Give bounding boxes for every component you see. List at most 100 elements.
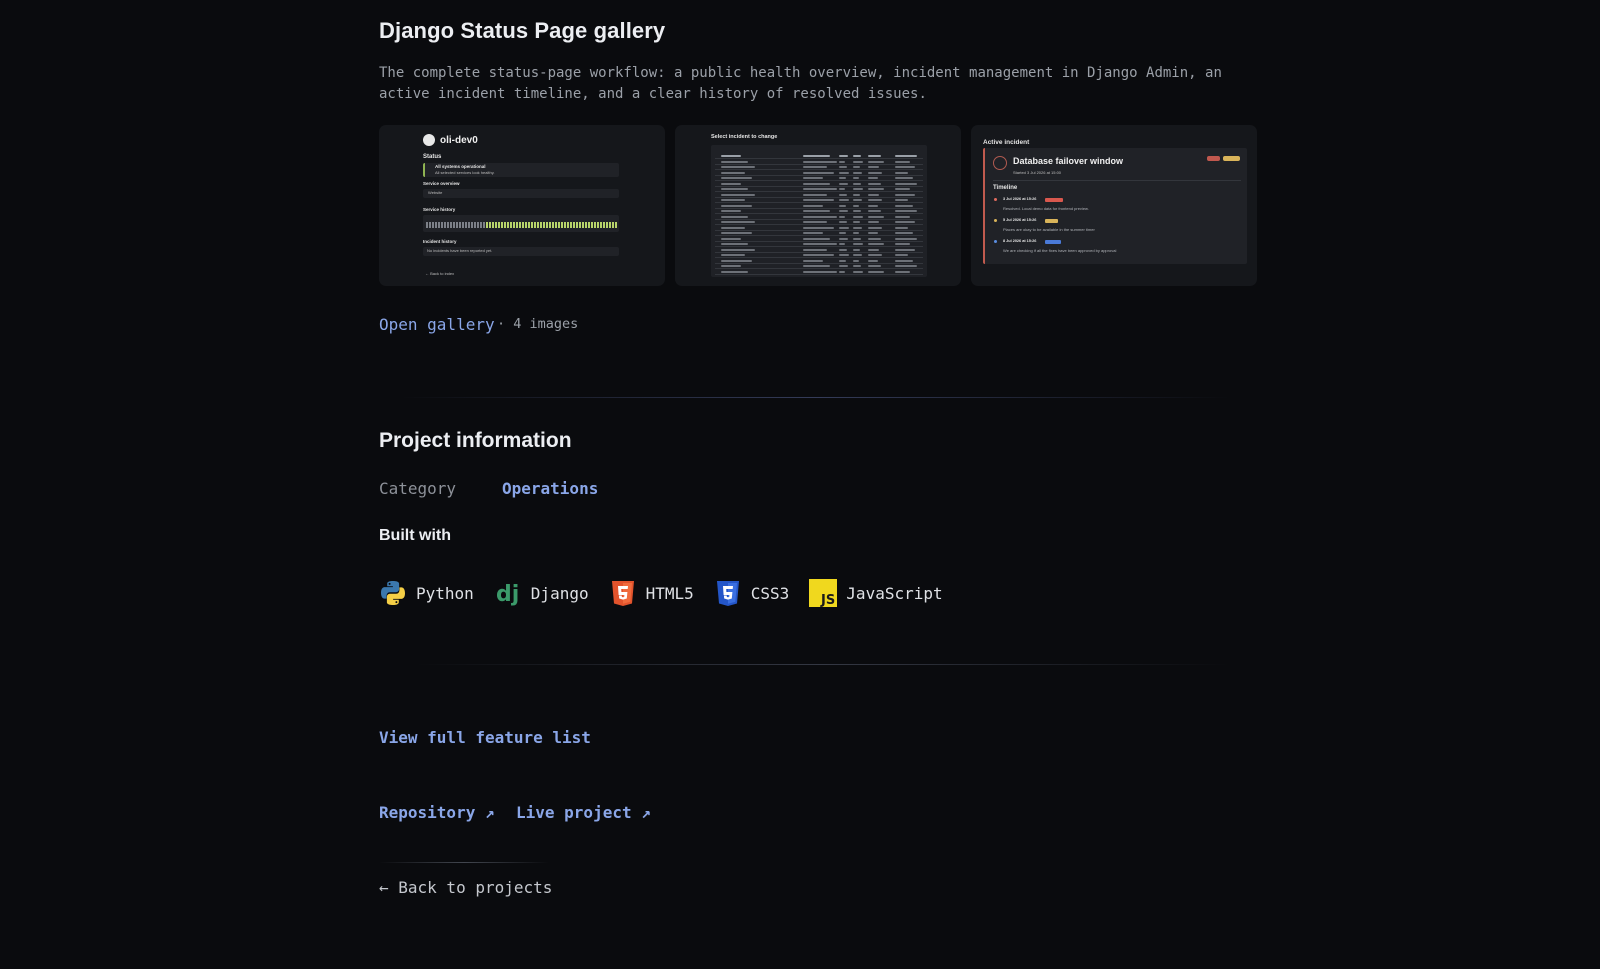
uptime-bar (576, 222, 578, 228)
table-cell (868, 221, 880, 223)
table-cell (721, 193, 755, 196)
uptime-bar (489, 222, 491, 228)
table-cell (721, 166, 755, 168)
timeline-badge (1045, 219, 1058, 223)
severity-badge (1207, 156, 1220, 161)
table-cell (839, 259, 846, 262)
table-cell (853, 199, 862, 201)
uptime-bar (579, 222, 581, 228)
table-cell (803, 171, 834, 174)
table-cell (895, 204, 913, 207)
table-cell (868, 199, 883, 201)
table-cell (803, 182, 831, 185)
table-cell (803, 243, 837, 245)
table-cell (803, 259, 824, 262)
table-cell (895, 254, 909, 256)
table-row-divider (715, 207, 923, 209)
table-cell (868, 270, 884, 273)
table-cell (839, 182, 848, 185)
uptime-bar (591, 222, 593, 228)
uptime-bar (597, 222, 599, 228)
table-row-divider (715, 257, 923, 258)
python-icon (379, 579, 407, 607)
uptime-bar (471, 222, 473, 228)
repository-link[interactable]: Repository ↗ (379, 803, 495, 822)
timeline-label: Timeline (993, 185, 1018, 191)
uptime-bar (453, 222, 455, 228)
table-cell (721, 155, 742, 157)
uptime-bar (456, 222, 458, 228)
image-count: · 4 images (497, 316, 579, 332)
uptime-bar (534, 222, 536, 228)
table-cell (803, 215, 837, 218)
status-text: All systems operational (435, 164, 486, 169)
timeline-dot (994, 198, 997, 201)
table-row-divider (715, 229, 923, 231)
uptime-bar (507, 222, 509, 228)
uptime-bar (609, 222, 611, 228)
table-cell (839, 254, 849, 256)
table-cell (868, 226, 883, 229)
table-cell (721, 237, 742, 240)
table-cell (853, 166, 860, 168)
table-cell (853, 188, 863, 190)
status-sub: All selected services look healthy. (435, 170, 495, 175)
timeline-time: 3 Jul 2026 at 15:26 (1003, 197, 1037, 201)
uptime-bar (435, 222, 437, 228)
table-row-divider (715, 251, 923, 253)
service-overview-label: Service overview (423, 181, 460, 186)
section-divider (415, 664, 1230, 665)
timeline-text: Places are okay to be available in the s… (1003, 227, 1095, 232)
open-gallery-link[interactable]: Open gallery (379, 315, 495, 334)
table-cell (853, 155, 861, 157)
back-to-projects-link[interactable]: ← Back to projects (379, 878, 552, 897)
uptime-bar (504, 222, 506, 228)
category-link[interactable]: Operations (502, 479, 598, 498)
view-feature-list-link[interactable]: View full feature list (379, 728, 591, 747)
gallery-thumbnail-admin-incidents[interactable]: Select incident to change (675, 125, 961, 286)
uptime-bar (570, 222, 572, 228)
table-cell (721, 160, 749, 163)
gallery-thumbnail-status-overview[interactable]: oli-dev0 Status All systems operational … (379, 125, 665, 286)
status-page-preview: oli-dev0 Status All systems operational … (421, 129, 621, 284)
table-cell (721, 188, 749, 190)
uptime-bar (432, 222, 434, 228)
gallery-thumbnail-active-incident[interactable]: Active incident Database failover window… (971, 125, 1257, 286)
uptime-bar (588, 222, 590, 228)
table-cell (853, 265, 861, 267)
uptime-bar (486, 222, 488, 228)
uptime-bar (441, 222, 443, 228)
active-incident-label: Active incident (983, 139, 1030, 146)
status-label: Status (423, 154, 442, 160)
table-row-divider (715, 191, 923, 192)
uptime-bar (549, 222, 551, 228)
table-cell (803, 237, 831, 240)
timeline-badge (1045, 198, 1063, 202)
table-cell (895, 248, 915, 251)
uptime-bar (444, 222, 446, 228)
table-cell (895, 177, 913, 179)
uptime-bar (615, 222, 617, 228)
timeline-text: Resolved. Local demo data for frontend p… (1003, 206, 1089, 211)
table-cell (839, 210, 848, 212)
table-cell (839, 270, 845, 273)
timeline-text: We are checking if all the fixes have be… (1003, 248, 1117, 253)
live-project-link[interactable]: Live project ↗ (516, 803, 651, 822)
tech-item-django: dj Django (494, 579, 589, 607)
table-cell (895, 171, 909, 174)
table-cell (853, 226, 862, 229)
table-cell (803, 248, 827, 251)
uptime-bar (465, 222, 467, 228)
table-cell (895, 193, 915, 196)
uptime-bar (459, 222, 461, 228)
brand-logo-icon (423, 134, 435, 146)
table-cell (721, 270, 749, 273)
table-cell (853, 221, 860, 223)
uptime-bar (516, 222, 518, 228)
table-cell (895, 232, 913, 234)
uptime-bar (501, 222, 503, 228)
gallery-title: Django Status Page gallery (379, 18, 666, 43)
table-cell (721, 199, 745, 201)
table-cell (853, 243, 863, 245)
table-cell (839, 204, 846, 207)
